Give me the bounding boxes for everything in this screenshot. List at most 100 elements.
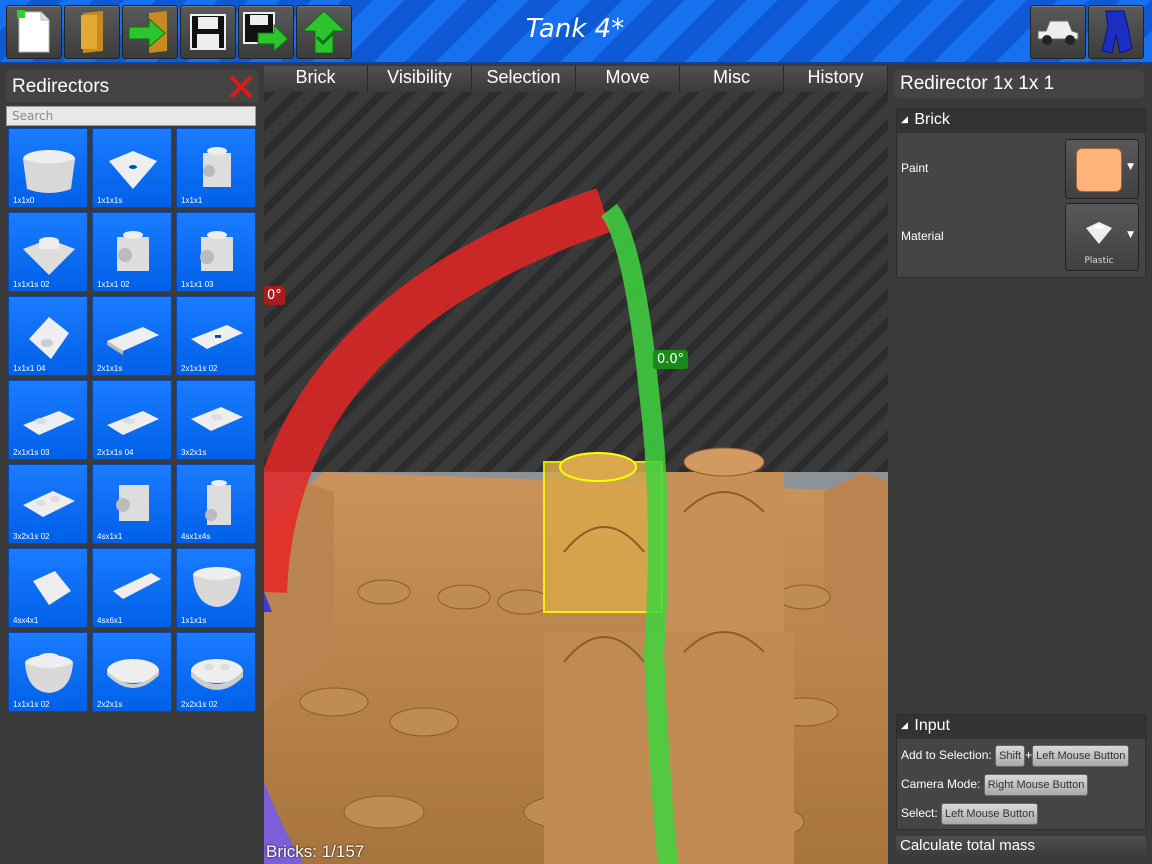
- part-tile[interactable]: 2x1x1s 03: [8, 380, 88, 460]
- part-tile[interactable]: 1x1x1: [176, 128, 256, 208]
- part-label: 1x1x1s: [97, 196, 123, 205]
- collapse-triangle-icon: ◢: [901, 114, 908, 125]
- part-tile[interactable]: 4sx1x4s: [176, 464, 256, 544]
- part-thumbnail-icon: [116, 485, 149, 521]
- part-thumbnail-icon: [203, 147, 231, 187]
- part-label: 4sx6x1: [97, 616, 123, 625]
- part-tile[interactable]: 1x1x1 03: [176, 212, 256, 292]
- menu-selection[interactable]: Selection: [472, 66, 576, 92]
- import-button[interactable]: [122, 5, 178, 59]
- select-row: Select: Left Mouse Button: [901, 803, 1039, 825]
- scene-render: [264, 92, 888, 864]
- part-label: 2x2x1s 02: [181, 700, 218, 709]
- green-axis-angle: 0.0°: [653, 350, 689, 369]
- part-thumbnail-icon: [23, 150, 75, 193]
- part-tile[interactable]: 1x1x0: [8, 128, 88, 208]
- add-selection-label: Add to Selection:: [901, 748, 992, 762]
- save-button[interactable]: [180, 5, 236, 59]
- part-tile[interactable]: 2x2x1s: [92, 632, 172, 712]
- paint-color-swatch: [1076, 148, 1122, 192]
- part-thumbnail-icon: [23, 411, 75, 435]
- paint-color-picker[interactable]: ▼: [1065, 139, 1139, 199]
- add-selection-row: Add to Selection: Shift + Left Mouse Butto…: [901, 745, 1130, 767]
- input-section-header[interactable]: ◢ Input: [897, 715, 1145, 739]
- menu-brick[interactable]: Brick: [264, 66, 368, 92]
- folder-icon: [81, 11, 103, 53]
- document-title: Tank 4*: [525, 14, 625, 44]
- part-label: 3x2x1s: [181, 448, 207, 457]
- material-picker[interactable]: Plastic ▼: [1065, 203, 1139, 271]
- vehicle-mode-button[interactable]: [1030, 5, 1086, 59]
- part-label: 3x2x1s 02: [13, 532, 50, 541]
- shift-key: Shift: [995, 745, 1026, 767]
- open-file-button[interactable]: [64, 5, 120, 59]
- minifig-legs-icon: [1101, 10, 1133, 54]
- part-tile[interactable]: 1x1x1 04: [8, 296, 88, 376]
- character-mode-button[interactable]: [1088, 5, 1144, 59]
- calculate-mass-button[interactable]: Calculate total mass: [896, 836, 1146, 858]
- part-label: 1x1x1s 02: [13, 700, 50, 709]
- part-tile[interactable]: 1x1x1s 02: [8, 212, 88, 292]
- part-tile[interactable]: 1x1x1s 02: [8, 632, 88, 712]
- part-thumbnail-icon: [23, 491, 75, 517]
- part-thumbnail-icon: [191, 325, 243, 349]
- part-thumbnail-icon: [33, 571, 71, 605]
- part-tile[interactable]: 1x1x1 02: [92, 212, 172, 292]
- camera-mode-row: Camera Mode: Right Mouse Button: [901, 774, 1089, 796]
- save-as-button[interactable]: [238, 5, 294, 59]
- part-tile[interactable]: 4sx1x1: [92, 464, 172, 544]
- bricks-count: Bricks: 1/157: [266, 842, 365, 861]
- part-label: 4sx4x1: [13, 616, 39, 625]
- part-tile[interactable]: 1x1x1s: [92, 128, 172, 208]
- brick-section: ◢ Brick Paint ▼ Material Plastic ▼: [896, 108, 1146, 278]
- paint-label: Paint: [901, 161, 929, 175]
- part-tile[interactable]: 1x1x1s: [176, 548, 256, 628]
- material-value: Plastic: [1084, 256, 1114, 266]
- menu-history[interactable]: History: [784, 66, 888, 92]
- part-thumbnail-icon: [109, 151, 157, 189]
- part-thumbnail-icon: [113, 573, 161, 599]
- publish-button[interactable]: [296, 5, 352, 59]
- part-thumbnail-icon: [29, 317, 69, 359]
- part-tile[interactable]: 2x1x1s 04: [92, 380, 172, 460]
- part-tile[interactable]: 4sx6x1: [92, 548, 172, 628]
- editor-menu-bar: Brick Visibility Selection Move Misc His…: [264, 66, 888, 92]
- material-label: Material: [901, 229, 944, 243]
- part-label: 2x1x1s 04: [97, 448, 134, 457]
- brick-section-header[interactable]: ◢ Brick: [897, 109, 1145, 133]
- part-tile[interactable]: 2x1x1s: [92, 296, 172, 376]
- part-tile[interactable]: 2x1x1s 02: [176, 296, 256, 376]
- part-thumbnail-icon: [191, 407, 243, 431]
- 3d-viewport[interactable]: [264, 92, 888, 864]
- part-label: 1x1x1 04: [13, 364, 46, 373]
- menu-move[interactable]: Move: [576, 66, 680, 92]
- input-section: ◢ Input Add to Selection: Shift + Left Mou…: [896, 714, 1146, 830]
- part-thumbnail-icon: [23, 237, 75, 275]
- part-tile[interactable]: 2x2x1s 02: [176, 632, 256, 712]
- menu-visibility[interactable]: Visibility: [368, 66, 472, 92]
- part-label: 2x2x1s: [97, 700, 123, 709]
- save-as-icon: [243, 12, 289, 53]
- part-thumbnail-icon: [25, 653, 73, 693]
- part-thumbnail-icon: [205, 480, 231, 525]
- search-input[interactable]: Search: [6, 106, 256, 126]
- new-file-button[interactable]: [6, 5, 62, 59]
- part-tile[interactable]: 3x2x1s: [176, 380, 256, 460]
- part-label: 4sx1x4s: [181, 532, 211, 541]
- close-x-icon[interactable]: [228, 74, 254, 100]
- plastic-material-icon: [1086, 222, 1112, 244]
- parts-panel-title: Redirectors: [12, 76, 110, 97]
- part-label: 1x1x1s 02: [13, 280, 50, 289]
- dropdown-arrow-icon: ▼: [1127, 162, 1134, 172]
- select-left-mouse-key: Left Mouse Button: [941, 803, 1039, 825]
- import-arrow-icon: [128, 11, 167, 53]
- part-tile[interactable]: 4sx4x1: [8, 548, 88, 628]
- part-tile[interactable]: 3x2x1s 02: [8, 464, 88, 544]
- menu-misc[interactable]: Misc: [680, 66, 784, 92]
- part-label: 2x1x1s 02: [181, 364, 218, 373]
- part-label: 1x1x1 02: [97, 280, 130, 289]
- red-axis-angle: 0°: [264, 286, 285, 305]
- part-thumbnail-icon: [107, 327, 159, 355]
- parts-panel-header: Redirectors: [6, 70, 258, 102]
- part-label: 1x1x1: [181, 196, 203, 205]
